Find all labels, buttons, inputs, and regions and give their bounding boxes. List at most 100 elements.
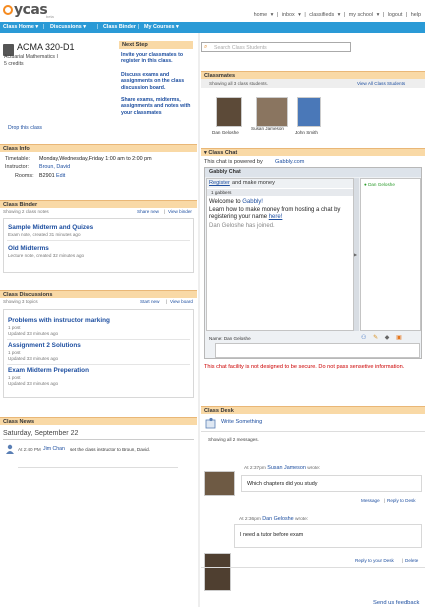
next-step-discuss[interactable]: Discuss exams and assignments on the cla… <box>121 72 196 91</box>
news-author-link[interactable]: Jim Chan <box>43 446 65 452</box>
chat-name-field: Name: Dan Geloshe <box>209 336 251 341</box>
topic-updated: Updated 33 minutes ago <box>8 381 59 386</box>
class-chat-header: ▾ Class Chat <box>201 148 425 156</box>
rooms-label: Rooms: <box>15 173 34 179</box>
topic-posts: 1 post <box>8 350 21 355</box>
search-placeholder: Search Class Students <box>214 44 267 51</box>
people-icon[interactable]: ⚇ <box>361 335 366 341</box>
note-meta: Lecture note, created 32 minutes ago <box>8 253 85 258</box>
avatar[interactable] <box>256 97 288 127</box>
reply-to-desk-link[interactable]: Reply to Desk <box>387 498 416 503</box>
view-all-students-link[interactable]: View All Class Students <box>357 81 405 86</box>
register-text: and make money <box>232 180 275 186</box>
topic-title[interactable]: Assignment 2 Solutions <box>8 342 81 349</box>
nav-logout[interactable]: logout <box>388 12 403 18</box>
binder-view[interactable]: View binder <box>168 209 192 214</box>
next-step-share[interactable]: Share exams, midterms, assignments and n… <box>121 97 196 116</box>
nav-inbox[interactable]: inbox <box>282 12 295 18</box>
class-binder-header: Class Binder <box>0 200 197 208</box>
binder-notes-list: Sample Midterm and Quizes Exam note, cre… <box>3 218 194 273</box>
online-user[interactable]: ● Dan Geloshe <box>364 182 395 187</box>
course-credits: 5 credits <box>4 61 24 67</box>
class-nav-bar: Class Home ▾ | Discussions ▾ | Class Bin… <box>0 22 425 33</box>
discussions-start-new[interactable]: Start new <box>140 299 159 304</box>
write-something-link[interactable]: Write Something <box>221 419 262 425</box>
chat-message-input[interactable] <box>215 343 420 358</box>
avatar[interactable] <box>216 97 242 127</box>
message-meta: At 2:37pm Susan Jameson wrote: <box>244 465 321 471</box>
chat-divider-handle[interactable]: ▶ <box>354 178 359 331</box>
topic-title[interactable]: Exam Midterm Preperation <box>8 367 89 374</box>
nav-my-school[interactable]: my school <box>349 12 373 18</box>
message-bubble: Which chapters did you study <box>241 475 422 492</box>
write-icon <box>205 417 217 429</box>
beta-label: beta <box>46 14 54 19</box>
gabbers-count: 1 gabbers <box>211 190 232 195</box>
discussion-topics-list: Problems with instructor marking 1 post … <box>3 309 194 398</box>
topic-title[interactable]: Problems with instructor marking <box>8 317 110 324</box>
classmate-name[interactable]: John Smith <box>295 130 318 135</box>
avatar[interactable] <box>204 471 235 496</box>
chat-toolbar: ⚇ ✎ ◆ ▣ <box>361 334 402 341</box>
note-meta: Exam note, created 31 minutes ago <box>8 232 81 237</box>
top-bar: ycas beta home ▾ | inbox ▾ | classifieds… <box>0 0 425 22</box>
search-input[interactable]: ⌕ Search Class Students <box>201 42 351 52</box>
topic-posts: 1 post <box>8 325 21 330</box>
delete-link[interactable]: Delete <box>405 558 418 563</box>
gabbly-link[interactable]: Gabbly.com <box>275 159 304 165</box>
discussions-view-board[interactable]: View board <box>170 299 193 304</box>
note-title[interactable]: Sample Midterm and Quizes <box>8 224 93 231</box>
register-link[interactable]: Register <box>209 180 230 186</box>
drop-class-link[interactable]: Drop this class <box>8 125 42 131</box>
chat-joined: Dan Geloshe has joined. <box>209 223 275 229</box>
avatar[interactable] <box>297 97 321 127</box>
message-meta: At 2:36pm Dan Geloshe wrote: <box>239 516 309 522</box>
instructor-link[interactable]: Broun, David <box>39 164 70 170</box>
tab-class-binder[interactable]: Class Binder <box>103 24 136 30</box>
eraser-icon[interactable]: ◆ <box>385 335 390 341</box>
column-divider <box>198 33 200 607</box>
nav-help[interactable]: help <box>411 12 421 18</box>
logo[interactable]: ycas <box>3 2 48 18</box>
logo-text: ycas <box>14 2 48 18</box>
class-news-header: Class News <box>0 417 197 425</box>
message-author-link[interactable]: Susan Jameson <box>267 465 306 471</box>
collapse-arrow-icon[interactable]: ▾ <box>204 150 207 156</box>
tab-class-home[interactable]: Class Home ▾ <box>3 24 38 30</box>
broom-icon[interactable]: ✎ <box>373 335 378 341</box>
send-feedback-link[interactable]: Send us feedback <box>373 600 419 606</box>
chat-messages-panel: Register and make money 1 gabbers Welcom… <box>206 178 354 331</box>
gabbly-welcome-link[interactable]: Gabbly! <box>242 199 263 205</box>
classmate-name[interactable]: Dan Geloshe <box>212 130 239 135</box>
chat-window: Gabbly Chat Register and make money 1 ga… <box>204 167 422 359</box>
tab-my-courses[interactable]: My Courses ▾ <box>144 24 179 30</box>
here-link[interactable]: here! <box>269 214 283 220</box>
chat-warning: This chat facility is not designed to be… <box>204 364 405 370</box>
desk-count: Showing all 2 messages. <box>208 437 259 442</box>
course-code: ACMA 320-D1 <box>17 42 75 52</box>
tab-discussions[interactable]: Discussions ▾ <box>50 24 86 30</box>
discussions-count: Showing 3 topics <box>3 299 38 304</box>
reply-to-your-desk-link[interactable]: Reply to your Desk <box>355 558 394 563</box>
rss-icon[interactable]: ▣ <box>396 335 402 341</box>
classmate-name[interactable]: Susan Jameson <box>251 126 284 131</box>
note-title[interactable]: Old Midterms <box>8 245 49 252</box>
avatar[interactable] <box>204 553 231 591</box>
message-text: I need a tutor before exam <box>240 532 304 538</box>
message-action[interactable]: Message <box>361 498 380 503</box>
nav-home[interactable]: home <box>254 12 268 18</box>
news-time: At 2:40 PM <box>18 447 41 452</box>
topic-posts: 1 post <box>8 375 21 380</box>
timetable-value: Monday,Wednesday,Friday 1:00 am to 2:00 … <box>39 156 152 162</box>
rooms-edit-link[interactable]: Edit <box>56 173 65 179</box>
classmates-count: Showing all 3 class students. <box>209 81 268 86</box>
binder-share-new[interactable]: Share new <box>137 209 159 214</box>
message-author-link[interactable]: Dan Geloshe <box>262 516 293 522</box>
message-bubble: I need a tutor before exam <box>234 524 422 548</box>
topic-updated: Updated 33 minutes ago <box>8 356 59 361</box>
next-step-invite[interactable]: Invite your classmates to register in th… <box>121 52 196 65</box>
right-column: ⌕ Search Class Students Classmates Showi… <box>201 33 425 607</box>
nav-classifieds[interactable]: classifieds <box>309 12 334 18</box>
top-nav: home ▾ | inbox ▾ | classifieds ▾ | my sc… <box>253 12 421 18</box>
class-desk-header: Class Desk <box>201 406 425 414</box>
